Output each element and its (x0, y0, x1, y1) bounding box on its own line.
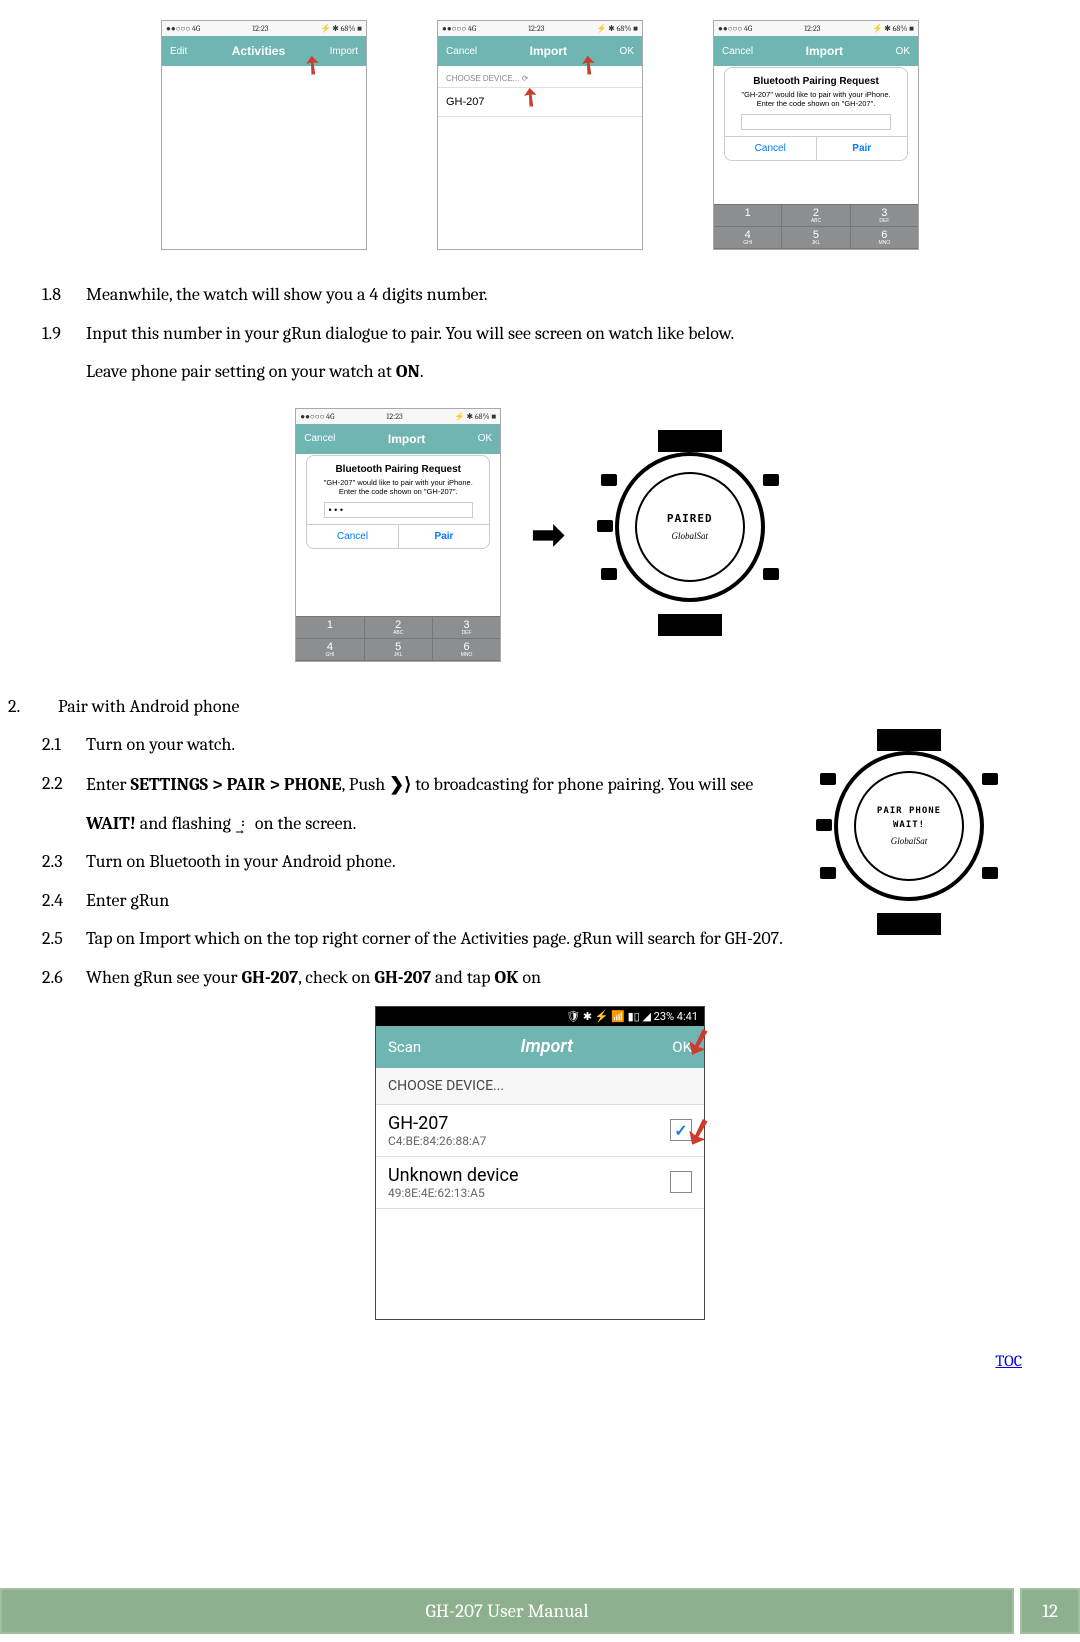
step-2-6: 2.6 When gRun see your GH-207, check on … (36, 963, 1044, 994)
pairing-dialog: Bluetooth Pairing Request "GH-207" would… (724, 67, 908, 161)
watch-screen-text: PAIR PHONE (877, 806, 941, 816)
page-number: 12 (1020, 1588, 1080, 1634)
push-icon: ❯⟩ (389, 769, 411, 800)
keypad-3[interactable]: 3DEF (851, 205, 918, 226)
pairing-code-input[interactable] (324, 502, 473, 518)
keypad: 1 2ABC 3DEF 4GHI 5JKL 6MNO (296, 616, 500, 661)
device-mac: C4:BE:84:26:88:A7 (388, 1134, 486, 1148)
watch-screen-text: PAIRED (667, 512, 713, 525)
title-import: Import (806, 44, 843, 58)
screenshot-pairing-code-entered: ●●○○○ 4G 12:23 ⚡ ✱ 68% ■ Cancel Import O… (295, 408, 501, 662)
status-bar: ●●○○○ 4G 12:23 ⚡ ✱ 68% ■ (714, 21, 918, 36)
step-2-5: 2.5 Tap on Import which on the top right… (36, 924, 804, 955)
device-row-gh207[interactable]: GH-207 C4:BE:84:26:88:A7 ✓ (376, 1105, 704, 1157)
checkbox-unchecked-icon[interactable] (670, 1171, 692, 1193)
keypad-3[interactable]: 3DEF (433, 617, 500, 638)
android-navbar: Scan Import OK (376, 1026, 704, 1068)
toc-link[interactable]: TOC (995, 1352, 1022, 1370)
device-row-unknown[interactable]: Unknown device 49:8E:4E:62:13:A5 (376, 1157, 704, 1209)
status-bar: ●●○○○ 4G 12:23 ⚡ ✱ 68% ■ (162, 21, 366, 36)
keypad-6[interactable]: 6MNO (433, 639, 500, 660)
import-button[interactable]: Import (330, 46, 358, 57)
device-name: GH-207 (388, 1113, 486, 1134)
pairing-pair-button[interactable]: Pair (816, 137, 908, 160)
toc-link-container: TOC (28, 1350, 1052, 1371)
status-bar: ●●○○○ 4G 12:23 ⚡ ✱ 68% ■ (438, 21, 642, 36)
step-1-8: 1.8 Meanwhile, the watch will show you a… (36, 280, 1044, 311)
pairing-message: "GH-207" would like to pair with your iP… (733, 90, 899, 108)
pairing-message: "GH-207" would like to pair with your iP… (315, 478, 481, 496)
choose-device-label: CHOOSE DEVICE... ⟳ (438, 66, 642, 87)
title-import: Import (388, 432, 425, 446)
device-name: Unknown device (388, 1165, 519, 1186)
android-title: Import (520, 1036, 572, 1057)
footer-title: GH-207 User Manual (0, 1588, 1014, 1634)
keypad-5[interactable]: 5JKL (782, 227, 849, 248)
step-2-3: 2.3 Turn on Bluetooth in your Android ph… (36, 847, 804, 878)
watch-pair-phone-illustration: PAIR PHONE WAIT! GlobalSat (814, 725, 1004, 943)
navbar-import: Cancel Import OK (296, 424, 500, 454)
status-bar: ●●○○○ 4G 12:23 ⚡ ✱ 68% ■ (296, 409, 500, 424)
section-2: 2. Pair with Android phone (8, 692, 1044, 723)
step-1-9: 1.9 Input this number in your gRun dialo… (36, 319, 1044, 350)
screenshot-activities: ●●○○○ 4G 12:23 ⚡ ✱ 68% ■ Edit Activities… (161, 20, 367, 250)
cancel-button[interactable]: Cancel (722, 46, 753, 57)
screenshot-pairing-request: ●●○○○ 4G 12:23 ⚡ ✱ 68% ■ Cancel Import O… (713, 20, 919, 250)
ok-button[interactable]: OK (620, 46, 634, 57)
keypad-2[interactable]: 2ABC (782, 205, 849, 226)
android-choose-label: CHOOSE DEVICE... (376, 1068, 704, 1105)
step-1-9-cont: Leave phone pair setting on your watch a… (36, 357, 1044, 388)
keypad-4[interactable]: 4GHI (714, 227, 781, 248)
step-2-1: 2.1 Turn on your watch. (36, 730, 804, 761)
cancel-button[interactable]: Cancel (446, 46, 477, 57)
keypad-4[interactable]: 4GHI (296, 639, 363, 660)
arrow-right-icon: ➡ (531, 512, 565, 558)
edit-button[interactable]: Edit (170, 46, 187, 57)
watch-brand: GlobalSat (671, 531, 708, 541)
pairing-cancel-button[interactable]: Cancel (725, 137, 816, 160)
ok-button[interactable]: OK (896, 46, 910, 57)
pairing-dialog: Bluetooth Pairing Request "GH-207" would… (306, 455, 490, 549)
cancel-button[interactable]: Cancel (304, 433, 335, 444)
keypad-5[interactable]: 5JKL (365, 639, 432, 660)
screenshot-import-list: ●●○○○ 4G 12:23 ⚡ ✱ 68% ■ Cancel Import O… (437, 20, 643, 250)
pairing-title: Bluetooth Pairing Request (733, 76, 899, 87)
navbar-import: Cancel Import OK (438, 36, 642, 66)
screenshot-android-import: 🛡 ✱ ⚡ 📶 ▮▯ ◢ 23% 4:41 Scan Import OK CHO… (375, 1006, 705, 1320)
step-2-2: 2.2 Enter SETTINGS > PAIR > PHONE, Push … (36, 769, 804, 801)
keypad-2[interactable]: 2ABC (365, 617, 432, 638)
keypad-1[interactable]: 1 (714, 205, 781, 226)
pairing-pair-button[interactable]: Pair (398, 525, 490, 548)
scan-button[interactable]: Scan (388, 1038, 421, 1056)
title-import: Import (530, 44, 567, 58)
keypad: 1 2ABC 3DEF 4GHI 5JKL 6MNO (714, 204, 918, 249)
pairing-title: Bluetooth Pairing Request (315, 464, 481, 475)
android-status-bar: 🛡 ✱ ⚡ 📶 ▮▯ ◢ 23% 4:41 (376, 1007, 704, 1026)
watch-paired-illustration: PAIRED GlobalSat (595, 426, 785, 644)
device-mac: 49:8E:4E:62:13:A5 (388, 1186, 519, 1200)
step-2-4: 2.4 Enter gRun (36, 886, 804, 917)
pairing-code-input[interactable] (741, 114, 890, 130)
keypad-1[interactable]: 1 (296, 617, 363, 638)
watch-brand: GlobalSat (891, 836, 928, 846)
watch-screen-wait: WAIT! (893, 820, 925, 830)
keypad-6[interactable]: 6MNO (851, 227, 918, 248)
navbar-import: Cancel Import OK (714, 36, 918, 66)
bluetooth-icon: 𝄈⃯ (235, 809, 251, 840)
navbar-activities: Edit Activities Import (162, 36, 366, 66)
pairing-cancel-button[interactable]: Cancel (307, 525, 398, 548)
ok-button[interactable]: OK (478, 433, 492, 444)
title-activities: Activities (232, 44, 285, 58)
